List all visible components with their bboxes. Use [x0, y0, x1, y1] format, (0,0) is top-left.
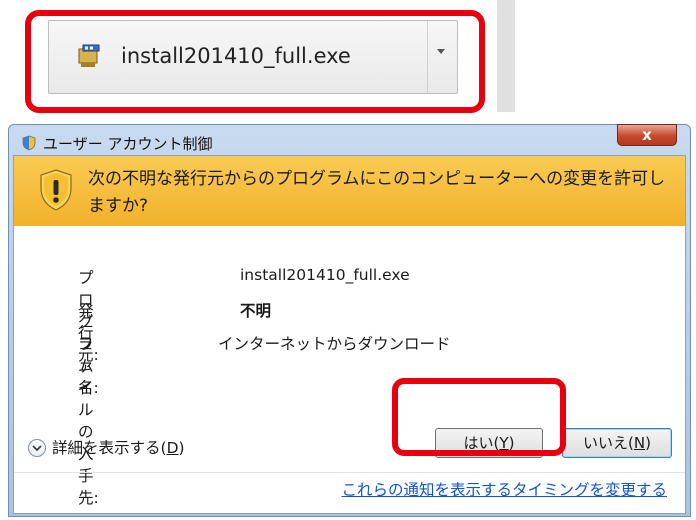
- download-file-name: install201410_full.exe: [121, 44, 351, 68]
- window-title: ユーザー アカウント制御: [43, 135, 213, 153]
- title-bar: ユーザー アカウント制御 x: [9, 124, 690, 155]
- close-button[interactable]: x: [617, 124, 677, 146]
- close-icon: x: [642, 126, 652, 144]
- chevron-down-icon: [28, 438, 46, 457]
- source-value: インターネットからダウンロード: [218, 335, 451, 353]
- dialog-body: 次の不明な発行元からのプログラムにこのコンピューターへの変更を許可しますか? プ…: [13, 155, 686, 514]
- download-item[interactable]: install201410_full.exe: [48, 20, 458, 94]
- show-details-toggle[interactable]: 詳細を表示する(D): [28, 436, 185, 458]
- warning-message: 次の不明な発行元からのプログラムにこのコンピューターへの変更を許可しますか?: [88, 169, 666, 216]
- no-button[interactable]: いいえ(N): [562, 428, 672, 458]
- chevron-down-icon[interactable]: [437, 49, 445, 54]
- publisher-value: 不明: [240, 302, 272, 320]
- details-label-close: ): [178, 439, 185, 457]
- shield-icon: [22, 135, 36, 151]
- yes-label: はい(: [463, 434, 500, 452]
- warning-banner: 次の不明な発行元からのプログラムにこのコンピューターへの変更を許可しますか?: [14, 156, 685, 226]
- yes-accesskey: Y: [499, 434, 509, 452]
- yes-button[interactable]: はい(Y): [435, 428, 543, 458]
- notification-settings-link[interactable]: これらの通知を表示するタイミングを変更する: [341, 478, 667, 500]
- installer-icon: [78, 44, 100, 67]
- dropdown-separator: [427, 21, 428, 93]
- no-label: いいえ(: [583, 434, 634, 452]
- program-name-value: install201410_full.exe: [240, 266, 410, 284]
- uac-window: ユーザー アカウント制御 x 次の不明な発行元からのプログラムにこのコンピュータ…: [8, 124, 691, 517]
- details-accesskey: D: [166, 439, 179, 457]
- no-label-close: ): [645, 434, 651, 452]
- footer-divider: [14, 472, 685, 473]
- download-bar-edge: [497, 0, 515, 112]
- download-bar: install201410_full.exe: [30, 0, 515, 118]
- warning-shield-icon: [40, 169, 72, 211]
- no-accesskey: N: [633, 434, 646, 452]
- yes-label-close: ): [508, 434, 515, 452]
- source-label: ファイルの入手先:: [78, 335, 99, 507]
- details-label: 詳細を表示する(: [52, 439, 167, 457]
